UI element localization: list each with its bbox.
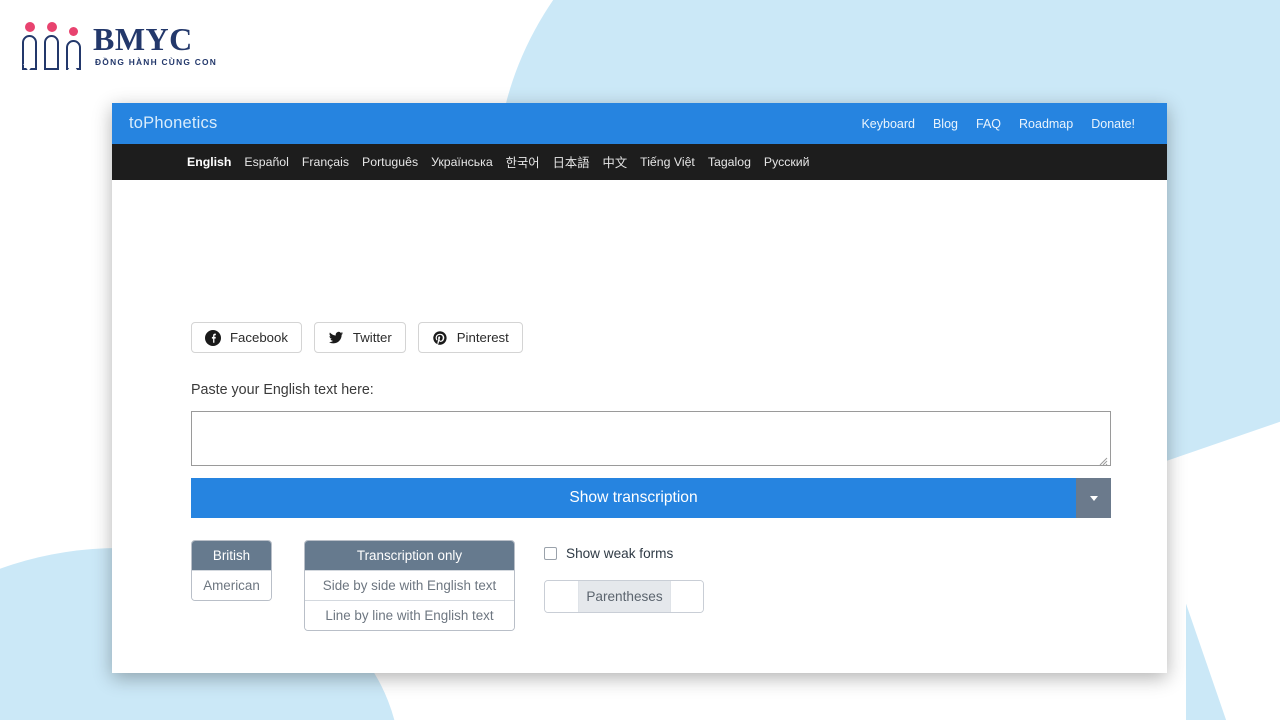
content-top-spacer xyxy=(191,180,1167,322)
header-link-roadmap[interactable]: Roadmap xyxy=(1019,117,1073,131)
page-content: Facebook Twitter P xyxy=(112,180,1167,631)
social-share-row: Facebook Twitter P xyxy=(191,322,1167,353)
language-link-8[interactable]: Tiếng Việt xyxy=(640,155,695,169)
accent-option-0[interactable]: British xyxy=(192,541,271,570)
transcription-input[interactable] xyxy=(192,412,1110,465)
language-link-7[interactable]: 中文 xyxy=(603,153,628,171)
accent-option-group: BritishAmerican xyxy=(191,540,272,601)
mode-option-0[interactable]: Transcription only xyxy=(305,541,514,570)
output-mode-option-group: Transcription onlySide by side with Engl… xyxy=(304,540,515,631)
bmyc-logo-tagline: ĐỒNG HÀNH CÙNG CON xyxy=(93,58,217,66)
parentheses-option-2[interactable] xyxy=(670,581,703,612)
show-transcription-dropdown-toggle[interactable] xyxy=(1076,478,1111,518)
bmyc-logo-mark-icon xyxy=(22,20,84,70)
site-brand[interactable]: toPhonetics xyxy=(129,114,217,133)
share-twitter-button[interactable]: Twitter xyxy=(314,322,406,353)
site-header: toPhonetics Keyboard Blog FAQ Roadmap Donate… xyxy=(112,103,1167,144)
show-weak-forms-label: Show weak forms xyxy=(566,546,673,561)
share-twitter-label: Twitter xyxy=(353,330,392,345)
browser-window: toPhonetics Keyboard Blog FAQ Roadmap Donate… xyxy=(112,103,1167,673)
mode-option-1[interactable]: Side by side with English text xyxy=(305,570,514,600)
language-link-10[interactable]: Русский xyxy=(764,155,810,169)
accent-option-1[interactable]: American xyxy=(192,570,271,600)
language-nav: English Español Français Português Українськ… xyxy=(112,144,1167,180)
share-pinterest-button[interactable]: Pinterest xyxy=(418,322,523,353)
show-weak-forms-row[interactable]: Show weak forms xyxy=(544,546,704,561)
transcription-input-wrapper xyxy=(191,411,1111,466)
logo-figure-3-icon xyxy=(66,40,81,70)
header-link-keyboard[interactable]: Keyboard xyxy=(861,117,915,131)
mode-option-2[interactable]: Line by line with English text xyxy=(305,600,514,630)
language-link-3[interactable]: Português xyxy=(362,155,418,169)
bmyc-logo-name: BMYC xyxy=(93,23,217,55)
logo-figure-2-icon xyxy=(44,35,59,70)
header-link-faq[interactable]: FAQ xyxy=(976,117,1001,131)
parentheses-option-1[interactable]: Parentheses xyxy=(578,581,670,612)
language-link-0[interactable]: English xyxy=(187,155,231,169)
language-link-5[interactable]: 한국어 xyxy=(506,153,540,171)
language-link-9[interactable]: Tagalog xyxy=(708,155,751,169)
textarea-resize-handle[interactable] xyxy=(1097,453,1108,464)
language-link-2[interactable]: Français xyxy=(302,155,349,169)
facebook-icon xyxy=(205,330,221,346)
share-facebook-button[interactable]: Facebook xyxy=(191,322,302,353)
page-root: BMYC ĐỒNG HÀNH CÙNG CON toPhonetics Keyb… xyxy=(0,0,1280,720)
twitter-icon xyxy=(328,330,344,346)
logo-figure-1-icon xyxy=(22,35,37,70)
share-pinterest-label: Pinterest xyxy=(457,330,509,345)
share-facebook-label: Facebook xyxy=(230,330,288,345)
show-transcription-button[interactable]: Show transcription xyxy=(191,478,1076,518)
show-weak-forms-checkbox[interactable] xyxy=(544,547,557,560)
language-link-4[interactable]: Українська xyxy=(431,155,493,169)
header-link-blog[interactable]: Blog xyxy=(933,117,958,131)
chevron-down-icon xyxy=(1090,496,1098,501)
language-link-6[interactable]: 日本語 xyxy=(553,153,590,171)
header-nav: Keyboard Blog FAQ Roadmap Donate! xyxy=(861,117,1135,131)
paste-text-label: Paste your English text here: xyxy=(191,382,1167,398)
bmyc-logo-text: BMYC ĐỒNG HÀNH CÙNG CON xyxy=(93,23,217,66)
language-link-1[interactable]: Español xyxy=(244,155,288,169)
parentheses-option-0[interactable] xyxy=(545,581,578,612)
header-link-donate[interactable]: Donate! xyxy=(1091,117,1135,131)
parentheses-option-group: Parentheses xyxy=(544,580,704,613)
extra-options: Show weak forms Parentheses xyxy=(544,540,704,613)
options-row: BritishAmerican Transcription onlySide b… xyxy=(191,540,1167,631)
submit-button-group: Show transcription xyxy=(191,478,1111,518)
pinterest-icon xyxy=(432,330,448,346)
bmyc-logo: BMYC ĐỒNG HÀNH CÙNG CON xyxy=(22,20,217,70)
